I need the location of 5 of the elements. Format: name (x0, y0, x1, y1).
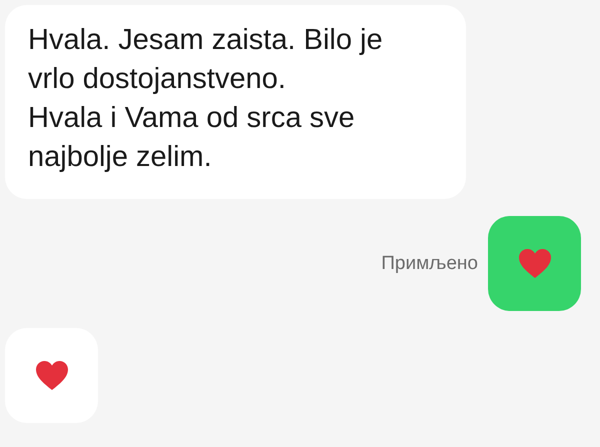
message-text: Hvala i Vama od srca sve najbolje zelim. (28, 101, 356, 175)
heart-icon (34, 360, 68, 391)
message-text: Hvala. Jesam zaista. Bilo je vrlo dostojanstveno. (28, 23, 384, 97)
delivery-status: Примљено (381, 252, 478, 274)
heart-icon (518, 248, 552, 279)
